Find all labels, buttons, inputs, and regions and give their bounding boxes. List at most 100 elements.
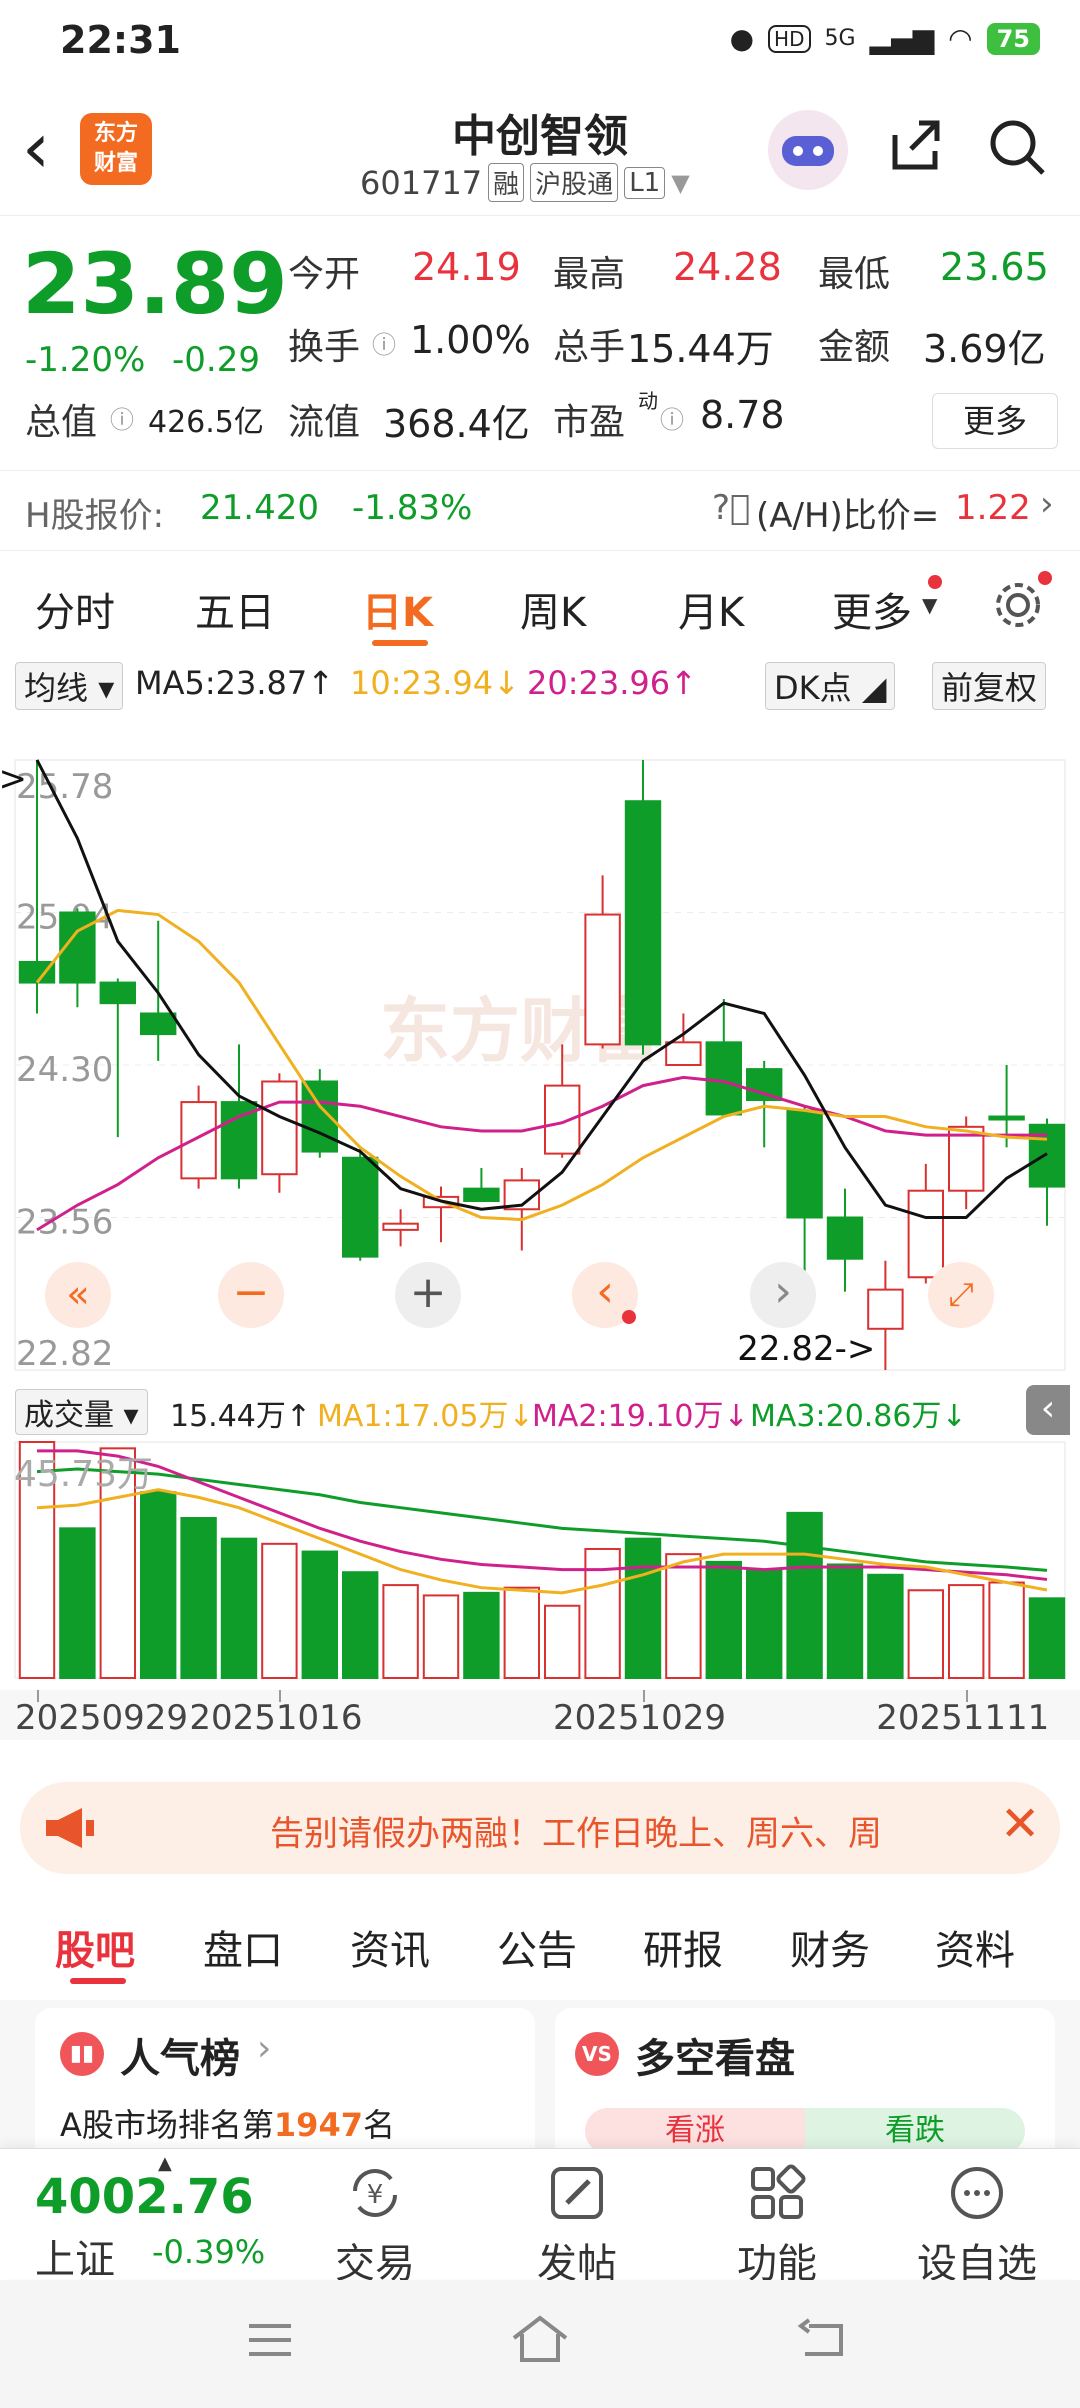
nav-add-watchlist[interactable]: 设自选 <box>902 2161 1052 2289</box>
change-abs: -0.29 <box>172 340 260 380</box>
active-tab-indicator <box>372 640 428 646</box>
volume-dropdown[interactable]: 成交量 ▾ <box>15 1389 148 1435</box>
tab-order-book[interactable]: 盘口 <box>203 1918 283 1976</box>
tab-five-day[interactable]: 五日 <box>195 580 275 638</box>
gear-icon[interactable] <box>990 577 1046 633</box>
tab-daily-k[interactable]: 日K <box>362 580 433 638</box>
search-icon[interactable] <box>985 115 1049 179</box>
nav-functions[interactable]: 功能 <box>702 2161 852 2289</box>
tag-level: L1 <box>624 166 666 199</box>
info-tabs: 股吧 盘口 资讯 公告 研报 财务 资料 <box>0 1900 1080 1995</box>
megaphone-icon <box>46 1808 94 1848</box>
index-value[interactable]: 4002.76 <box>35 2169 254 2225</box>
volume-bar <box>382 1584 419 1679</box>
x-tick-label: 20250929 <box>15 1698 189 1738</box>
ma-dropdown[interactable]: 均线 ▾ <box>15 662 124 710</box>
tab-announcements[interactable]: 公告 <box>497 1918 577 1976</box>
ma20-value: 20:23.96↑ <box>527 664 697 702</box>
status-icons: ● HD 5G ▂▄▆ ◠ 75 <box>730 22 1040 55</box>
h-share-change: -1.83% <box>352 488 473 528</box>
stock-code-row[interactable]: 601717 融 沪股通 L1 ▼ <box>360 163 690 202</box>
volume-bar <box>59 1527 96 1679</box>
banner-text: 告别请假办两融！工作日晚上、周六、周 <box>270 1814 882 1854</box>
zoom-out-icon[interactable]: − <box>218 1262 284 1328</box>
tab-research[interactable]: 研报 <box>643 1918 723 1976</box>
high-value: 24.28 <box>673 245 782 289</box>
y-tick-label: 24.30 <box>16 1050 113 1090</box>
tab-news[interactable]: 资讯 <box>350 1918 430 1976</box>
x-tick-label: 20251029 <box>553 1698 727 1738</box>
tab-monthly-k[interactable]: 月K <box>678 580 744 638</box>
amount-value: 3.69亿 <box>923 327 1046 371</box>
menu-icon[interactable] <box>245 2320 295 2360</box>
candle-body <box>99 981 136 1005</box>
index-name[interactable]: 上证 <box>35 2227 115 2285</box>
status-bar: 22:31 ● HD 5G ▂▄▆ ◠ 75 <box>0 0 1080 90</box>
edit-icon <box>551 2167 603 2219</box>
candle-body <box>463 1187 500 1203</box>
h-share-label: H股报价: <box>25 496 165 536</box>
volume-row: 成交量 ▾ 15.44万↑ MA1:17.05万↓ MA2:19.10万↓ MA… <box>10 1385 1070 1435</box>
candle-body <box>342 1156 379 1258</box>
low-label: 最低 <box>818 254 891 295</box>
close-icon[interactable]: ✕ <box>1000 1796 1040 1852</box>
battery-icon: 75 <box>986 22 1040 55</box>
fullscreen-icon[interactable]: ⤢ <box>928 1262 994 1328</box>
popularity-card[interactable]: ▮▮ 人气榜 › A股市场排名第1947名 <box>35 2008 535 2168</box>
bar-chart-icon: ▮▮ <box>60 2032 104 2076</box>
bull-bear-card[interactable]: VS 多空看盘 看涨 看跌 <box>555 2008 1055 2168</box>
chart-controls: « − + ‹ › ⤢ <box>0 1262 1080 1372</box>
volume-bar <box>1028 1597 1066 1679</box>
quote-panel: 23.89 -1.20% -0.29 今开 24.19 最高 24.28 最低 … <box>0 215 1080 471</box>
info-icon[interactable]: ⓘ <box>660 400 684 435</box>
candle-body <box>261 1080 298 1176</box>
svg-text:¥: ¥ <box>367 2180 384 2210</box>
info-icon[interactable]: ⓘ <box>110 400 134 435</box>
robot-icon <box>782 136 834 166</box>
volume-bar <box>988 1581 1025 1679</box>
nav-post[interactable]: 发帖 <box>502 2161 652 2289</box>
assistant-avatar[interactable] <box>768 110 848 190</box>
volume-dropdown-label: 成交量 <box>24 1398 114 1433</box>
chevron-right-icon: › <box>257 2028 272 2069</box>
scroll-left-icon[interactable]: « <box>45 1262 111 1328</box>
promo-banner[interactable]: 告别请假办两融！工作日晚上、周六、周 ✕ <box>20 1782 1060 1874</box>
adjust-button[interactable]: 前复权 <box>932 662 1047 710</box>
collapse-panel-icon[interactable]: ‹ <box>1026 1385 1070 1435</box>
nav-trade[interactable]: ¥ 交易 <box>300 2161 450 2289</box>
volume-chart[interactable]: 45.73万 <box>0 1438 1080 1688</box>
volume-bar <box>301 1550 339 1679</box>
bull-bear-title: 多空看盘 <box>635 2036 795 2082</box>
tab-weekly-k[interactable]: 周K <box>520 580 586 638</box>
help-icon[interactable]: ?⃝ <box>712 488 750 528</box>
pe-value: 8.78 <box>700 393 785 437</box>
chart-tabs: 分时 五日 日K 周K 月K 更多 ▼ <box>0 555 1080 655</box>
candle-body <box>826 1216 864 1260</box>
tag-margin: 融 <box>488 163 525 202</box>
info-icon[interactable]: ⓘ <box>372 325 396 360</box>
active-tab-indicator <box>70 1978 126 1984</box>
mktcap-value: 426.5亿 <box>148 405 264 440</box>
stock-code: 601717 <box>360 163 483 202</box>
home-icon[interactable] <box>508 2312 572 2366</box>
dk-point-button[interactable]: DK点 ◢ <box>765 662 896 710</box>
back-nav-icon[interactable] <box>795 2316 851 2362</box>
more-button[interactable]: 更多 <box>932 393 1058 449</box>
tab-more[interactable]: 更多 <box>832 580 912 638</box>
h-share-row[interactable]: H股报价: 21.420 -1.83% ?⃝ (A/H)比价= 1.22 › <box>0 470 1080 551</box>
candle-body <box>665 1041 702 1067</box>
red-dot-badge <box>1038 571 1052 585</box>
tab-forum[interactable]: 股吧 <box>55 1918 135 1976</box>
x-tick-label: 20251016 <box>189 1698 363 1738</box>
zoom-in-icon[interactable]: + <box>395 1262 461 1328</box>
share-icon[interactable] <box>885 115 945 175</box>
step-right-icon[interactable]: › <box>750 1262 816 1328</box>
bottom-nav: 4002.76 ▲ 上证 -0.39% ¥ 交易 发帖 功能 设自选 <box>0 2148 1080 2287</box>
tab-profile[interactable]: 资料 <box>935 1918 1015 1976</box>
float-value: 368.4亿 <box>383 402 530 446</box>
x-axis: 20250929 20251016 20251029 20251111 <box>0 1690 1080 1740</box>
vs-icon: VS <box>575 2032 619 2076</box>
tab-financials[interactable]: 财务 <box>790 1918 870 1976</box>
tab-intraday[interactable]: 分时 <box>35 580 115 638</box>
volume-total: 15.44万↑ <box>170 1399 312 1434</box>
